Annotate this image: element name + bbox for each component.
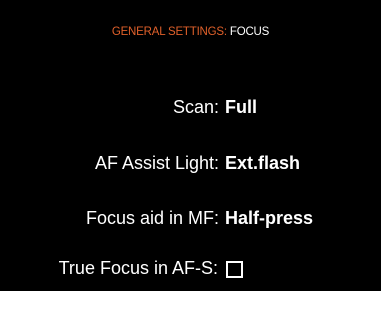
setting-af-assist-light-value[interactable]: Ext.flash: [225, 153, 300, 174]
menu-section-title: GENERAL SETTINGS:: [111, 26, 227, 38]
setting-scan-label: Scan:: [172, 97, 219, 117]
setting-af-assist-light[interactable]: AF Assist Light: Ext.flash: [0, 153, 381, 174]
setting-scan-value[interactable]: Full: [225, 97, 257, 118]
setting-true-focus-afs-label: True Focus in AF-S:: [58, 258, 218, 278]
setting-focus-aid-mf[interactable]: Focus aid in MF: Half-press: [0, 208, 381, 229]
setting-focus-aid-mf-label: Focus aid in MF:: [85, 208, 219, 228]
setting-true-focus-afs[interactable]: True Focus in AF-S:: [0, 258, 381, 279]
camera-menu-screen: GENERAL SETTINGS: FOCUS Scan: Full AF As…: [0, 0, 381, 291]
true-focus-checkbox[interactable]: [226, 260, 243, 278]
setting-af-assist-light-label: AF Assist Light:: [94, 153, 219, 173]
setting-scan[interactable]: Scan: Full: [0, 97, 381, 118]
menu-header: GENERAL SETTINGS: FOCUS: [0, 26, 381, 38]
menu-page-title: FOCUS: [229, 26, 270, 38]
setting-focus-aid-mf-value[interactable]: Half-press: [225, 208, 313, 229]
